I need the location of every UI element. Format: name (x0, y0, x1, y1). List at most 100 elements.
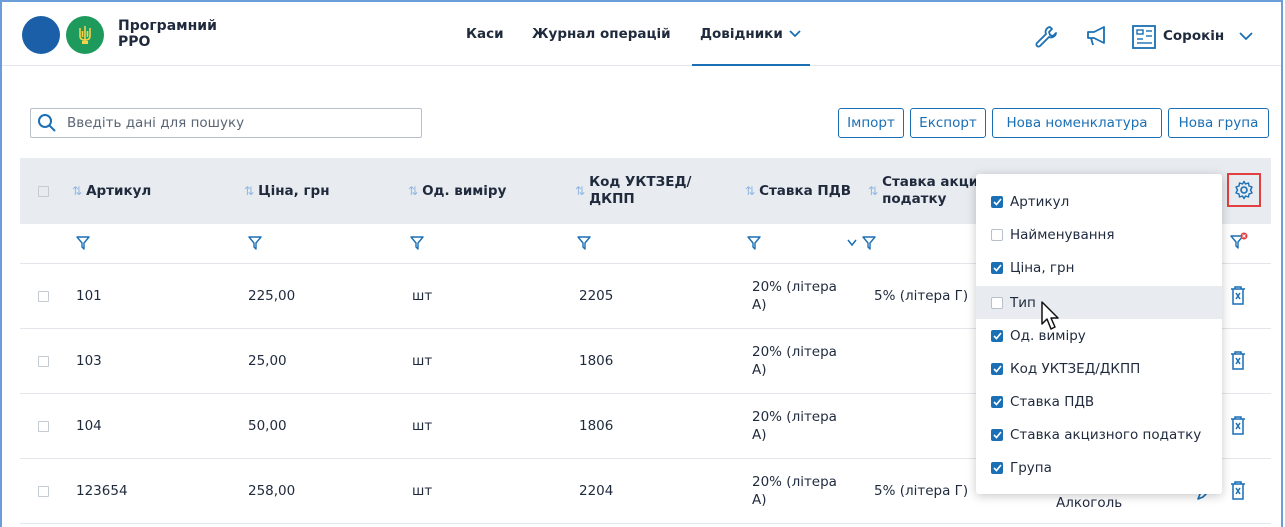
menu-item-label: Тип (1010, 294, 1036, 311)
cell-vat-line: 20% (літера (752, 474, 837, 490)
megaphone-icon[interactable] (1085, 24, 1111, 48)
column-header-price[interactable]: ⇅ Ціна, грн (244, 158, 330, 224)
trash-icon[interactable] (1230, 415, 1246, 435)
filter-icon[interactable] (410, 236, 424, 250)
mouse-cursor-icon (1041, 301, 1059, 330)
logo-blue-circle (22, 16, 60, 54)
checkbox-checked-icon[interactable] (991, 362, 1003, 375)
checkbox-checked-icon[interactable] (991, 428, 1003, 441)
menu-item-article[interactable]: Артикул (976, 185, 1222, 218)
new-group-button[interactable]: Нова група (1168, 108, 1269, 138)
import-button[interactable]: Імпорт (838, 108, 904, 138)
menu-item-unit[interactable]: Од. виміру (976, 319, 1222, 352)
app-title-line1: Програмний (118, 18, 217, 34)
checkbox-unchecked-icon[interactable] (991, 228, 1003, 241)
cell-vat: 20% (літера А) (752, 329, 862, 393)
chevron-down-icon (789, 30, 801, 38)
cell-unit: шт (412, 353, 433, 369)
row-checkbox[interactable] (38, 394, 49, 458)
nav-item-label: Довідники (700, 26, 783, 42)
checkbox-unchecked-icon[interactable] (991, 296, 1003, 309)
column-header-label: Ціна, грн (258, 183, 330, 199)
clear-filter-icon[interactable] (1230, 232, 1248, 250)
search-placeholder: Введіть дані для пошуку (67, 115, 245, 131)
app-title[interactable]: Програмний РРО (118, 18, 258, 50)
cell-vat-line: А) (752, 492, 767, 508)
cash-register-icon[interactable] (1131, 24, 1157, 50)
sort-icon[interactable]: ⇅ (575, 184, 585, 198)
menu-item-label: Ставка акцизного податку (1010, 426, 1202, 443)
column-header-code[interactable]: ⇅ Код УКТЗЕД/ ДКПП (575, 158, 691, 224)
export-button[interactable]: Експорт (910, 108, 986, 138)
menu-item-code[interactable]: Код УКТЗЕД/ДКПП (976, 352, 1222, 385)
sort-icon[interactable]: ⇅ (868, 184, 878, 198)
search-input[interactable]: Введіть дані для пошуку (30, 108, 422, 138)
nav-item-directories[interactable]: Довідники (692, 2, 810, 66)
app-title-line2: РРО (118, 34, 151, 50)
menu-item-label: Ставка ПДВ (1010, 393, 1095, 410)
trident-logo (66, 16, 104, 54)
column-settings-button[interactable] (1227, 173, 1261, 207)
select-all-checkbox[interactable] (38, 158, 49, 224)
user-name[interactable]: Сорокін (1163, 28, 1224, 44)
cell-article: 123654 (76, 483, 128, 499)
checkbox-checked-icon[interactable] (991, 461, 1003, 474)
menu-item-label: Найменування (1010, 226, 1115, 243)
cell-price: 25,00 (248, 353, 287, 369)
cell-vat-line: А) (752, 297, 767, 313)
sort-icon[interactable]: ⇅ (244, 184, 254, 198)
cell-excise: 5% (літера Г) (874, 288, 969, 304)
row-checkbox[interactable] (38, 459, 49, 523)
column-header-unit[interactable]: ⇅ Од. виміру (408, 158, 506, 224)
column-header-vat[interactable]: ⇅ Ставка ПДВ (745, 158, 851, 224)
cell-vat: 20% (літера А) (752, 394, 862, 458)
search-icon (38, 114, 56, 132)
column-header-article[interactable]: ⇅ Артикул (72, 158, 151, 224)
cell-vat-line: 20% (літера (752, 409, 837, 425)
trash-icon[interactable] (1230, 350, 1246, 370)
checkbox-checked-icon[interactable] (991, 395, 1003, 408)
filter-icon[interactable] (747, 236, 761, 250)
checkbox-checked-icon[interactable] (991, 195, 1003, 208)
filter-icon[interactable] (248, 236, 262, 250)
menu-item-label: Код УКТЗЕД/ДКПП (1010, 360, 1141, 377)
trash-icon[interactable] (1230, 480, 1246, 500)
menu-item-group[interactable]: Група (976, 451, 1222, 484)
row-checkbox[interactable] (38, 264, 49, 328)
checkbox-checked-icon[interactable] (991, 329, 1003, 342)
menu-item-excise[interactable]: Ставка акцизного податку (976, 418, 1222, 451)
cell-code: 2205 (579, 288, 614, 304)
trash-icon[interactable] (1230, 285, 1246, 305)
filter-icon[interactable] (76, 236, 90, 250)
top-header: Програмний РРО Каси Журнал операцій Дові… (2, 2, 1281, 66)
sort-icon[interactable]: ⇅ (745, 184, 755, 198)
trident-icon (79, 26, 91, 44)
cell-excise: 5% (літера Г) (874, 483, 969, 499)
menu-item-type[interactable]: Тип (976, 286, 1222, 319)
wrench-icon[interactable] (1033, 24, 1059, 48)
chevron-down-icon[interactable] (846, 238, 858, 248)
menu-item-price[interactable]: Ціна, грн (976, 251, 1222, 284)
new-item-button[interactable]: Нова номенклатура (992, 108, 1162, 138)
menu-item-name[interactable]: Найменування (976, 218, 1222, 251)
column-header-label: Ставка ПДВ (759, 183, 852, 199)
nav-item-journal[interactable]: Журнал операцій (532, 2, 671, 66)
cell-code: 1806 (579, 418, 614, 434)
sort-icon[interactable]: ⇅ (408, 184, 418, 198)
row-checkbox[interactable] (38, 329, 49, 393)
sort-icon[interactable]: ⇅ (72, 184, 82, 198)
column-header-label: Артикул (86, 183, 152, 199)
cell-vat-line: А) (752, 427, 767, 443)
filter-icon[interactable] (862, 236, 876, 250)
cell-unit: шт (412, 288, 433, 304)
filter-icon[interactable] (577, 236, 591, 250)
cell-vat: 20% (літера А) (752, 264, 862, 328)
cell-price: 258,00 (248, 483, 296, 499)
menu-item-label: Ціна, грн (1010, 259, 1075, 276)
user-menu-chevron-icon[interactable] (1238, 30, 1254, 42)
nav-item-label: Каси (466, 26, 504, 42)
nav-item-cash[interactable]: Каси (466, 2, 504, 66)
menu-item-vat[interactable]: Ставка ПДВ (976, 385, 1222, 418)
checkbox-checked-icon[interactable] (991, 261, 1003, 274)
menu-item-label: Група (1010, 459, 1052, 476)
